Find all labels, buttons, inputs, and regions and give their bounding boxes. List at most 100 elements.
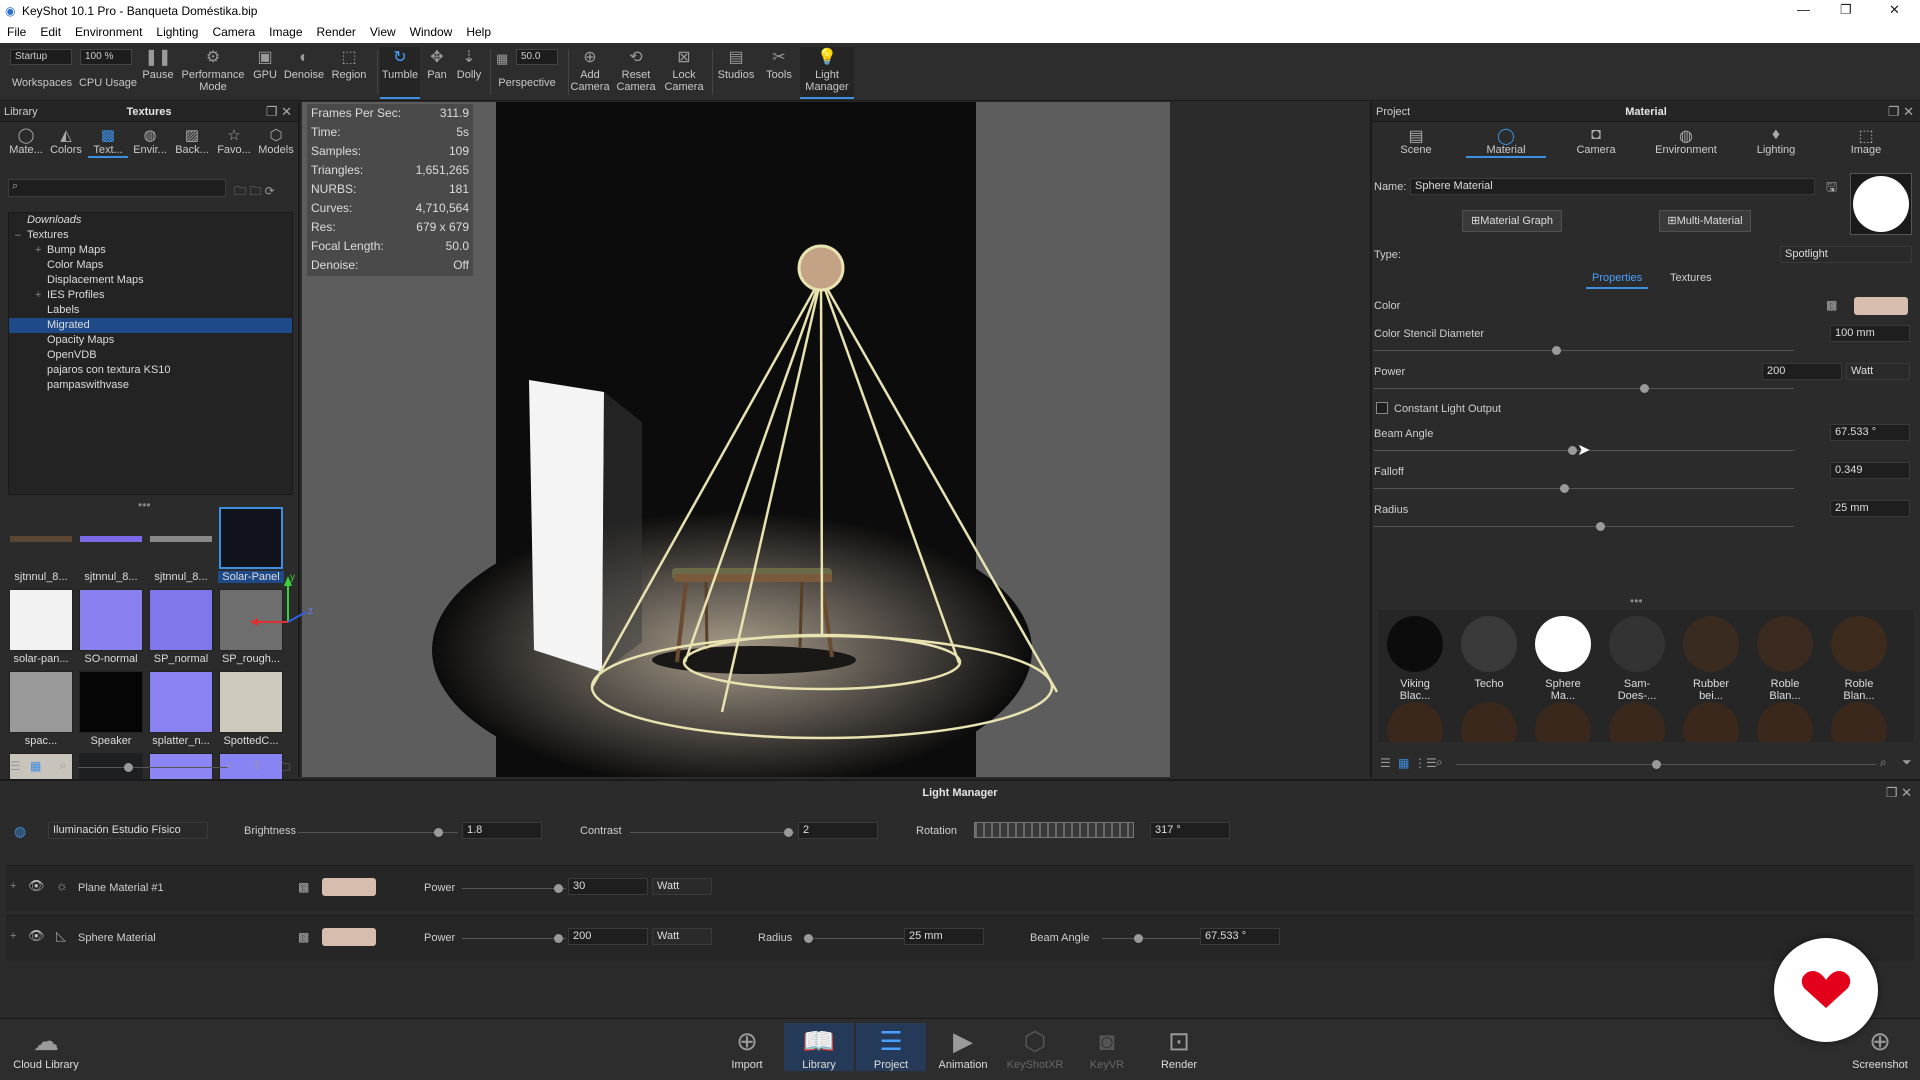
texture-toggle-icon[interactable]: ▩ bbox=[298, 880, 309, 894]
light-manager-button[interactable]: 💡 Light Manager bbox=[800, 47, 854, 99]
power-unit-select[interactable]: Watt bbox=[1846, 363, 1910, 380]
zoom-out-icon[interactable]: ⌕ bbox=[1436, 755, 1443, 770]
texture-thumbnail[interactable]: sjtnnul_8... bbox=[148, 507, 214, 583]
tree-item[interactable]: Opacity Maps bbox=[9, 333, 292, 348]
material-ball[interactable]: Rubber bei... bbox=[1682, 616, 1740, 702]
import-button[interactable]: ⊕ Import bbox=[712, 1023, 782, 1071]
radius-input[interactable]: 25 mm bbox=[1830, 500, 1910, 517]
material-ball[interactable]: Techo bbox=[1460, 616, 1518, 690]
region-button[interactable]: ⬚ Region bbox=[328, 47, 370, 81]
radius-input[interactable]: 25 mm bbox=[904, 928, 984, 945]
tab-backplates[interactable]: ▨ Back... bbox=[172, 126, 212, 156]
slider-knob[interactable] bbox=[1652, 760, 1661, 769]
add-camera-button[interactable]: ⊕ Add Camera bbox=[570, 47, 610, 93]
tree-item[interactable]: + Bump Maps bbox=[9, 243, 292, 258]
beam-angle-slider[interactable] bbox=[1102, 934, 1200, 943]
tab-favorites[interactable]: ☆ Favo... bbox=[214, 126, 254, 156]
library-search-input[interactable]: ⌕ bbox=[8, 179, 226, 197]
power-unit-select[interactable]: Watt bbox=[652, 878, 712, 895]
slider-knob[interactable] bbox=[554, 934, 563, 943]
tab-colors[interactable]: ◭ Colors bbox=[46, 126, 86, 156]
material-ball[interactable] bbox=[1534, 702, 1592, 742]
subtab-properties[interactable]: Properties bbox=[1586, 272, 1649, 289]
menu-lighting[interactable]: Lighting bbox=[149, 22, 205, 39]
library-close-icon[interactable]: ❐ ✕ bbox=[266, 104, 292, 120]
material-ball[interactable] bbox=[1830, 702, 1888, 742]
perspective-label[interactable]: Perspective bbox=[494, 77, 560, 89]
list-view-icon[interactable]: ☰ bbox=[10, 759, 21, 773]
texture-thumbnail[interactable]: SP_normal bbox=[148, 589, 214, 665]
falloff-input[interactable]: 0.349 bbox=[1830, 462, 1910, 479]
power-input[interactable]: 30 bbox=[568, 878, 648, 895]
grid-view-icon[interactable]: ▦ bbox=[1398, 756, 1409, 770]
material-ball[interactable] bbox=[1608, 702, 1666, 742]
menu-image[interactable]: Image bbox=[262, 22, 309, 39]
material-ball[interactable] bbox=[1460, 702, 1518, 742]
denoise-button[interactable]: ◐ Denoise bbox=[282, 47, 326, 81]
texture-thumbnail[interactable]: sjtnnul_8... bbox=[8, 507, 74, 583]
brightness-input[interactable]: 1.8 bbox=[462, 822, 542, 839]
subtab-textures[interactable]: Textures bbox=[1670, 272, 1712, 284]
cpu-usage-select[interactable]: 100 % bbox=[80, 49, 132, 65]
upload-icon[interactable]: ⇪ bbox=[252, 758, 262, 772]
rotation-dial[interactable] bbox=[974, 822, 1134, 838]
material-ball[interactable] bbox=[1682, 702, 1740, 742]
radius-slider[interactable] bbox=[804, 934, 904, 943]
tree-item[interactable]: Migrated bbox=[9, 318, 292, 333]
power-input[interactable]: 200 bbox=[568, 928, 648, 945]
folder-icon[interactable]: 🗀 🗀 ⟳ bbox=[234, 182, 275, 203]
expand-icon[interactable]: + bbox=[10, 880, 16, 892]
reset-camera-button[interactable]: ⟲ Reset Camera bbox=[614, 47, 658, 93]
slider-knob[interactable] bbox=[1552, 346, 1561, 355]
tab-models[interactable]: ⬡ Models bbox=[256, 126, 296, 156]
filter-icon[interactable]: ⏷ bbox=[1902, 755, 1912, 770]
light-row-plane[interactable]: + 👁 ☼ Plane Material #1 ▩ Power 30 Watt bbox=[6, 865, 1914, 911]
texture-thumbnail[interactable]: solar-pan... bbox=[8, 589, 74, 665]
grid-view-icon[interactable]: ▦ bbox=[30, 759, 41, 773]
slider-knob[interactable] bbox=[554, 884, 563, 893]
tab-image[interactable]: ⬚ Image bbox=[1826, 126, 1906, 156]
power-input[interactable]: 200 bbox=[1762, 363, 1842, 380]
light-color-swatch[interactable] bbox=[322, 878, 376, 896]
zoom-in-icon[interactable]: ⌕ bbox=[1880, 755, 1887, 770]
contrast-input[interactable]: 2 bbox=[798, 822, 878, 839]
menu-camera[interactable]: Camera bbox=[205, 22, 262, 39]
menu-help[interactable]: Help bbox=[459, 22, 498, 39]
texture-thumbnail[interactable]: SO-normal bbox=[78, 589, 144, 665]
visibility-eye-icon[interactable]: 👁 bbox=[28, 878, 45, 894]
tree-expander[interactable]: – bbox=[15, 228, 27, 243]
ball-size-slider[interactable] bbox=[1456, 760, 1876, 769]
material-ball[interactable]: Viking Blac... bbox=[1386, 616, 1444, 702]
tree-item[interactable]: – Textures bbox=[9, 228, 292, 243]
tab-camera[interactable]: ◘ Camera bbox=[1556, 126, 1636, 156]
pause-button[interactable]: ❚❚ Pause bbox=[140, 47, 176, 81]
minimize-button[interactable]: — bbox=[1797, 2, 1810, 17]
zoom-out-icon[interactable]: ⌕ bbox=[60, 758, 67, 773]
material-ball[interactable] bbox=[1386, 702, 1444, 742]
keyshotxr-button[interactable]: ⬡ KeyShotXR bbox=[1000, 1023, 1070, 1071]
tree-item[interactable]: OpenVDB bbox=[9, 348, 292, 363]
tree-item[interactable]: + IES Profiles bbox=[9, 288, 292, 303]
texture-thumbnail[interactable]: spac... bbox=[8, 671, 74, 747]
texture-thumbnail[interactable]: sjtnnul_8... bbox=[78, 507, 144, 583]
beam-angle-input[interactable]: 67.533 ° bbox=[1200, 928, 1280, 945]
material-ball[interactable]: Sam-Does-... bbox=[1608, 616, 1666, 702]
tree-item[interactable]: pampaswithvase bbox=[9, 378, 292, 393]
tools-button[interactable]: ✂ Tools bbox=[762, 47, 796, 81]
color-swatch[interactable] bbox=[1854, 297, 1908, 315]
type-select[interactable]: Spotlight bbox=[1780, 246, 1912, 263]
texture-thumbnail[interactable]: Speaker bbox=[78, 671, 144, 747]
slider-knob[interactable] bbox=[1596, 522, 1605, 531]
folder-add-icon[interactable]: 🗀 bbox=[278, 758, 290, 779]
zoom-in-icon[interactable]: ⌕ bbox=[226, 758, 233, 773]
power-slider[interactable] bbox=[462, 884, 566, 893]
gpu-button[interactable]: ▣ GPU bbox=[250, 47, 280, 81]
menu-render[interactable]: Render bbox=[310, 22, 363, 39]
library-button[interactable]: 📖 Library bbox=[784, 1023, 854, 1071]
performance-mode-button[interactable]: ⚙ Performance Mode bbox=[178, 47, 248, 93]
power-slider[interactable] bbox=[1374, 384, 1794, 393]
tab-materials[interactable]: ◯ Mate... bbox=[6, 126, 46, 156]
dolly-button[interactable]: ⇣ Dolly bbox=[454, 47, 484, 81]
tree-item[interactable]: Displacement Maps bbox=[9, 273, 292, 288]
power-unit-select[interactable]: Watt bbox=[652, 928, 712, 945]
